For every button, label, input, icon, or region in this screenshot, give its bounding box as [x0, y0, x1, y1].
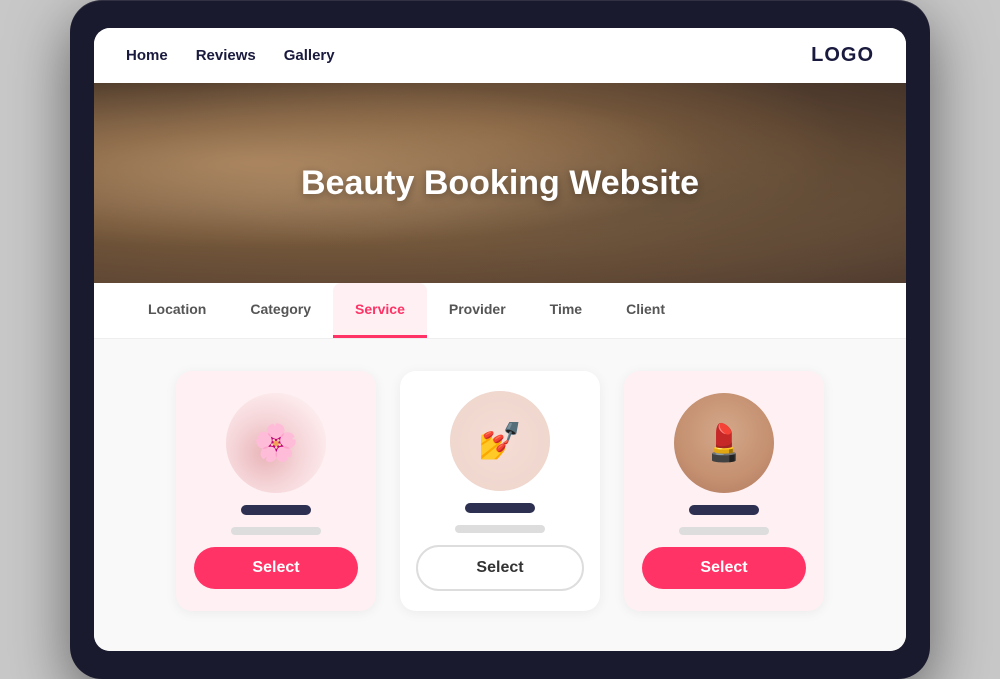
service-name-makeup [689, 505, 759, 515]
select-button-spa[interactable]: Select [194, 547, 358, 589]
service-img-spa [226, 393, 326, 493]
nav-links: Home Reviews Gallery [126, 47, 335, 64]
select-button-nails[interactable]: Select [416, 545, 584, 591]
service-desc-makeup [679, 527, 769, 535]
service-card-nails: Select [400, 371, 600, 611]
step-category[interactable]: Category [228, 283, 333, 338]
select-button-makeup[interactable]: Select [642, 547, 806, 589]
service-desc-spa [231, 527, 321, 535]
services-grid: Select Select [134, 371, 866, 611]
step-client[interactable]: Client [604, 283, 687, 338]
step-provider[interactable]: Provider [427, 283, 528, 338]
service-card-spa: Select [176, 371, 376, 611]
services-section: Select Select [94, 339, 906, 651]
steps-bar: Location Category Service Provider Time … [94, 283, 906, 339]
makeup-image [674, 393, 774, 493]
navbar: Home Reviews Gallery LOGO [94, 28, 906, 83]
nails-image [450, 391, 550, 491]
step-location[interactable]: Location [126, 283, 228, 338]
service-img-nails [450, 391, 550, 491]
device-frame: Home Reviews Gallery LOGO Beauty Booking… [70, 0, 930, 679]
hero-title: Beauty Booking Website [301, 164, 699, 203]
service-card-makeup: Select [624, 371, 824, 611]
hero-banner: Beauty Booking Website [94, 83, 906, 283]
logo: LOGO [811, 44, 874, 67]
step-service[interactable]: Service [333, 283, 427, 338]
service-name-spa [241, 505, 311, 515]
service-desc-nails [455, 525, 545, 533]
spa-image [226, 393, 326, 493]
screen: Home Reviews Gallery LOGO Beauty Booking… [94, 28, 906, 651]
nav-gallery[interactable]: Gallery [284, 47, 335, 64]
service-img-makeup [674, 393, 774, 493]
nav-reviews[interactable]: Reviews [196, 47, 256, 64]
nav-home[interactable]: Home [126, 47, 168, 64]
step-time[interactable]: Time [528, 283, 604, 338]
service-name-nails [465, 503, 535, 513]
